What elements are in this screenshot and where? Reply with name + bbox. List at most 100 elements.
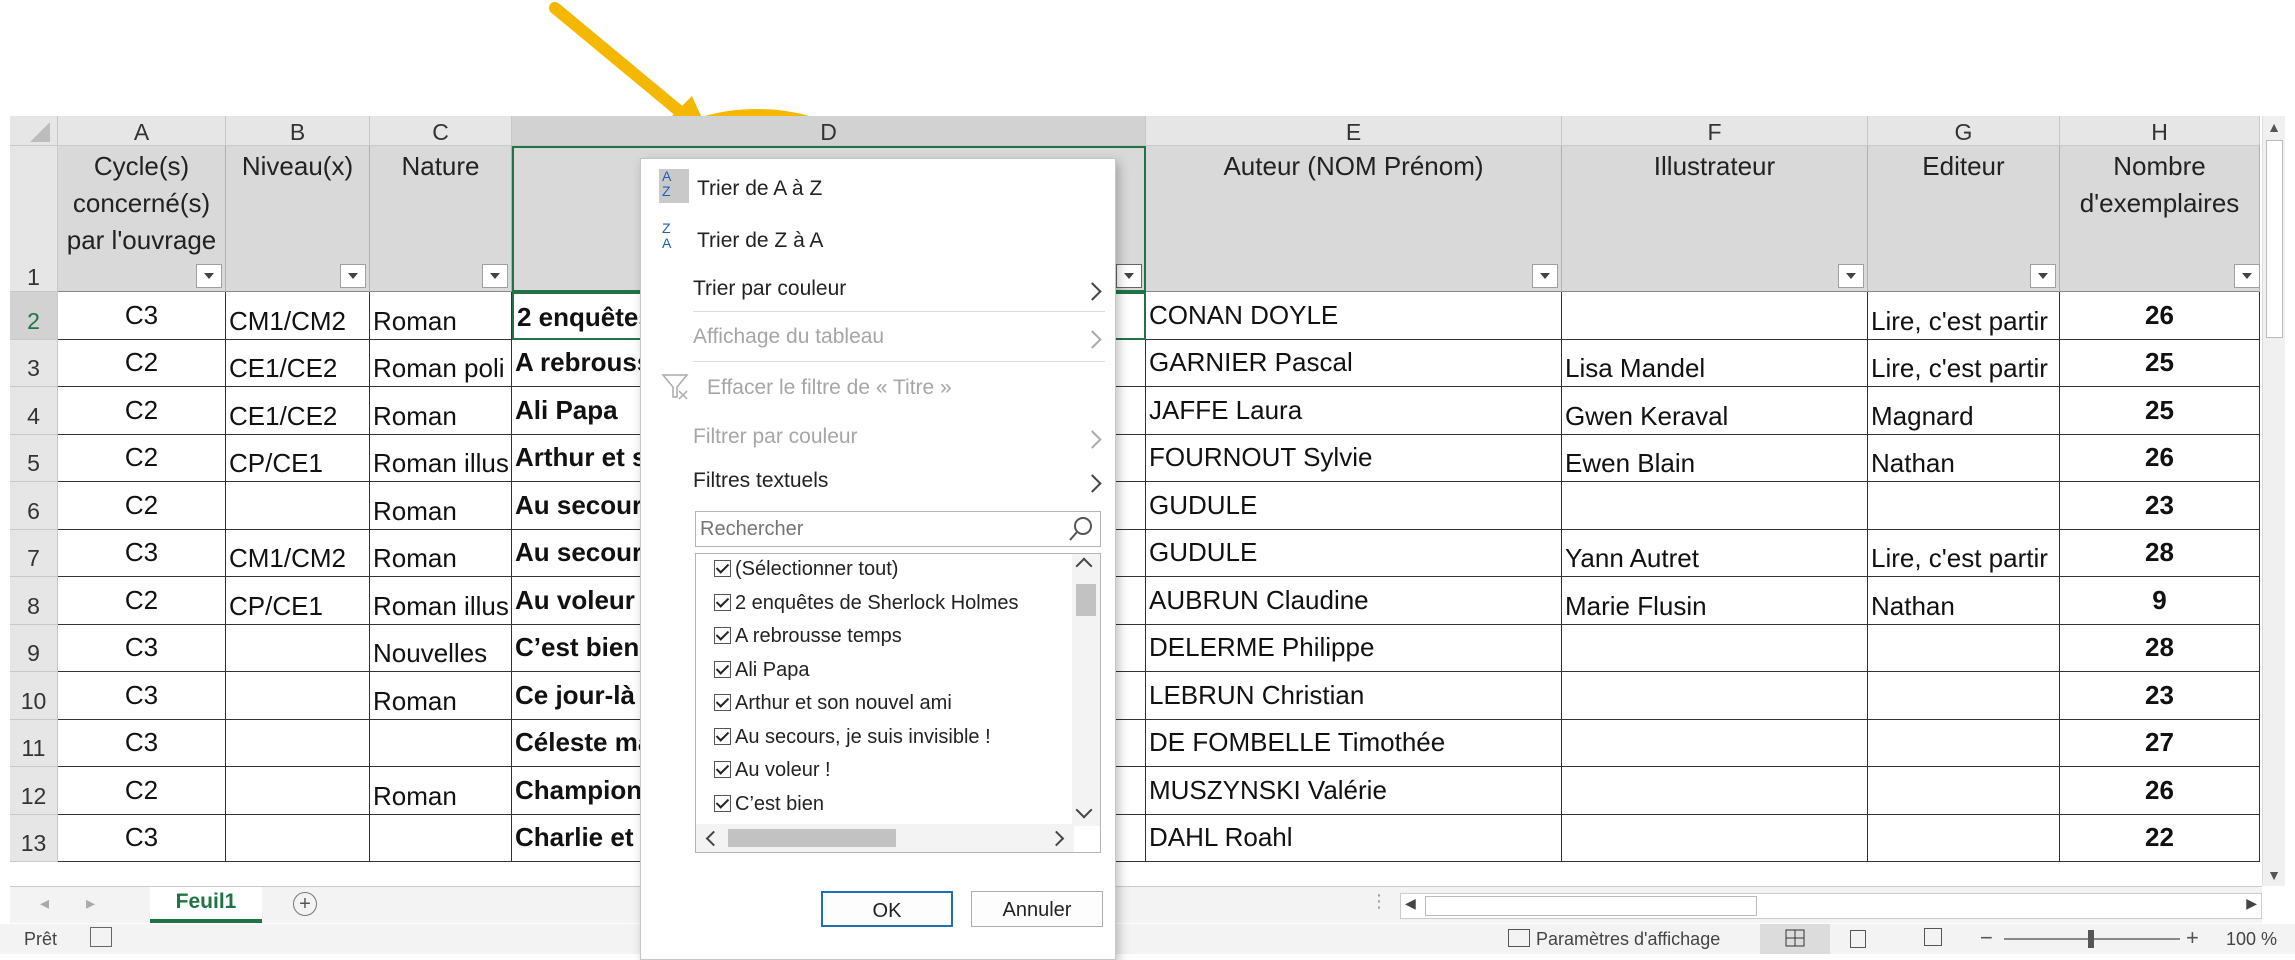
text-filters-item[interactable]: Filtres textuels xyxy=(641,463,1115,499)
cell-f[interactable] xyxy=(1562,292,1868,340)
cell-e[interactable]: LEBRUN Christian xyxy=(1146,672,1562,720)
zoom-slider-thumb[interactable] xyxy=(2088,930,2094,948)
cell-g[interactable] xyxy=(1868,767,2060,815)
header-cell-e[interactable]: Auteur (NOM Prénom) xyxy=(1146,146,1562,292)
row-header[interactable]: 5 xyxy=(10,435,58,482)
cell-b[interactable] xyxy=(226,482,370,530)
sort-az-item[interactable]: AZ Trier de A à Z xyxy=(651,165,1101,209)
cell-a[interactable]: C3 xyxy=(58,625,226,672)
cell-f[interactable] xyxy=(1562,625,1868,672)
add-sheet-icon[interactable]: + xyxy=(293,892,317,916)
row-header[interactable]: 9 xyxy=(10,625,58,672)
cell-c[interactable]: Roman xyxy=(370,767,512,815)
scroll-down-arrow-icon[interactable]: ▼ xyxy=(2263,864,2285,886)
row-header-1[interactable]: 1 xyxy=(10,146,58,292)
display-settings-icon[interactable] xyxy=(1508,929,1530,947)
header-cell-b[interactable]: Niveau(x) xyxy=(226,146,370,292)
checkbox-checked-icon[interactable] xyxy=(714,694,731,711)
cell-a[interactable]: C3 xyxy=(58,530,226,577)
column-header-e[interactable]: E xyxy=(1146,116,1562,146)
row-header[interactable]: 6 xyxy=(10,482,58,530)
cell-b[interactable] xyxy=(226,720,370,767)
hscroll-left-icon[interactable]: ◀ xyxy=(1405,895,1416,912)
cell-b[interactable]: CE1/CE2 xyxy=(226,387,370,435)
scroll-thumb[interactable] xyxy=(2266,140,2283,338)
cell-g[interactable]: Lire, c'est partir xyxy=(1868,530,2060,577)
cell-f[interactable] xyxy=(1562,815,1868,862)
cell-f[interactable] xyxy=(1562,672,1868,720)
cell-f[interactable] xyxy=(1562,482,1868,530)
checklist-item[interactable]: Au voleur ! xyxy=(714,759,831,782)
select-all-corner[interactable] xyxy=(10,116,58,146)
cell-c[interactable]: Roman illus xyxy=(370,435,512,482)
normal-view-icon[interactable] xyxy=(1760,924,1830,954)
checkbox-checked-icon[interactable] xyxy=(714,761,731,778)
vertical-scrollbar[interactable]: ▲ ▼ xyxy=(2262,116,2285,886)
cell-g[interactable] xyxy=(1868,672,2060,720)
zoom-level[interactable]: 100 % xyxy=(2226,929,2277,950)
cell-b[interactable] xyxy=(226,672,370,720)
zoom-slider[interactable] xyxy=(2004,930,2180,948)
column-header-c[interactable]: C xyxy=(370,116,512,146)
cell-e[interactable]: AUBRUN Claudine xyxy=(1146,577,1562,625)
cell-h[interactable]: 26 xyxy=(2060,435,2260,482)
display-settings-link[interactable]: Paramètres d'affichage xyxy=(1536,929,1720,950)
cell-b[interactable] xyxy=(226,767,370,815)
cell-a[interactable]: C2 xyxy=(58,435,226,482)
zoom-out-icon[interactable]: − xyxy=(1980,925,1993,951)
checkbox-checked-icon[interactable] xyxy=(714,794,731,812)
cell-a[interactable]: C2 xyxy=(58,577,226,625)
cell-f[interactable] xyxy=(1562,767,1868,815)
filter-dropdown-b[interactable] xyxy=(340,264,366,288)
row-header[interactable]: 7 xyxy=(10,530,58,577)
filter-dropdown-e[interactable] xyxy=(1532,264,1558,288)
row-header[interactable]: 12 xyxy=(10,767,58,815)
header-cell-c[interactable]: Nature xyxy=(370,146,512,292)
list-vertical-scrollbar[interactable] xyxy=(1072,554,1100,826)
row-header[interactable]: 4 xyxy=(10,387,58,435)
cell-a[interactable]: C3 xyxy=(58,292,226,340)
cell-b[interactable] xyxy=(226,815,370,862)
filter-dropdown-f[interactable] xyxy=(1838,264,1864,288)
tab-scroll-right-icon[interactable]: ▸ xyxy=(86,893,95,914)
cell-c[interactable]: Roman xyxy=(370,387,512,435)
checklist-item[interactable]: Ali Papa xyxy=(714,659,810,682)
filter-search-box[interactable] xyxy=(695,511,1101,547)
checkbox-checked-icon[interactable] xyxy=(714,727,731,745)
cell-e[interactable]: GARNIER Pascal xyxy=(1146,340,1562,387)
cell-a[interactable]: C3 xyxy=(58,672,226,720)
cell-a[interactable]: C2 xyxy=(58,482,226,530)
ok-button[interactable]: OK xyxy=(821,891,953,927)
cell-a[interactable]: C3 xyxy=(58,720,226,767)
cell-g[interactable] xyxy=(1868,482,2060,530)
cell-h[interactable]: 25 xyxy=(2060,387,2260,435)
header-cell-h[interactable]: Nombre d'exemplaires xyxy=(2060,146,2260,292)
cell-e[interactable]: DE FOMBELLE Timothée xyxy=(1146,720,1562,767)
cell-f[interactable]: Lisa Mandel xyxy=(1562,340,1868,387)
checkbox-checked-icon[interactable] xyxy=(714,660,731,678)
column-header-d[interactable]: D xyxy=(512,116,1146,146)
cell-e[interactable]: FOURNOUT Sylvie xyxy=(1146,435,1562,482)
cell-c[interactable]: Roman xyxy=(370,530,512,577)
filter-search-input[interactable] xyxy=(698,514,1062,544)
checkbox-checked-icon[interactable] xyxy=(714,593,731,611)
cell-a[interactable]: C3 xyxy=(58,815,226,862)
checklist-item[interactable]: C’est bien xyxy=(714,793,824,816)
list-hscroll-right-icon[interactable] xyxy=(1048,830,1065,847)
checklist-item[interactable]: A rebrousse temps xyxy=(714,625,902,648)
cell-b[interactable]: CE1/CE2 xyxy=(226,340,370,387)
cell-g[interactable]: Magnard xyxy=(1868,387,2060,435)
cell-h[interactable]: 23 xyxy=(2060,482,2260,530)
checklist-item[interactable]: (Sélectionner tout) xyxy=(714,558,898,581)
cell-g[interactable]: Nathan xyxy=(1868,577,2060,625)
cell-c[interactable] xyxy=(370,720,512,767)
checklist-item[interactable]: Au secours, je suis invisible ! xyxy=(714,726,991,749)
filter-dropdown-d-active[interactable] xyxy=(1116,264,1142,288)
cell-b[interactable]: CM1/CM2 xyxy=(226,530,370,577)
cell-c[interactable]: Roman illus xyxy=(370,577,512,625)
cell-e[interactable]: CONAN DOYLE xyxy=(1146,292,1562,340)
cell-h[interactable]: 23 xyxy=(2060,672,2260,720)
tab-scroll-left-icon[interactable]: ◂ xyxy=(40,893,49,914)
header-cell-a[interactable]: Cycle(s) concerné(s) par l'ouvrage xyxy=(58,146,226,292)
cell-f[interactable] xyxy=(1562,720,1868,767)
